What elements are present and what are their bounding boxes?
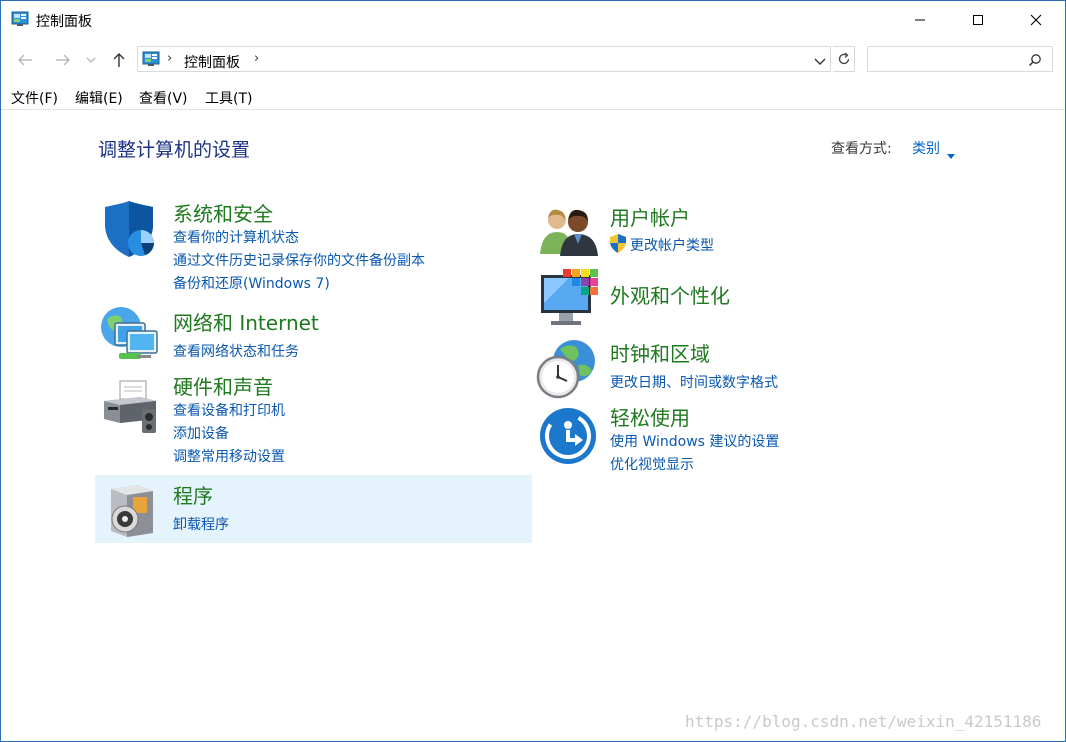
navigation-bar: › 控制面板 › (1, 43, 1065, 77)
category-network-title[interactable]: 网络和 Internet (173, 307, 319, 336)
link-change-account-type[interactable]: 更改帐户类型 (630, 235, 714, 255)
link-uninstall-program[interactable]: 卸载程序 (173, 514, 229, 534)
search-icon[interactable] (1028, 52, 1042, 71)
link-optimize-visual-display[interactable]: 优化视觉显示 (610, 454, 694, 474)
printer-icon[interactable] (100, 379, 160, 439)
title-bar[interactable]: 控制面板 (1, 1, 1065, 39)
search-input[interactable] (872, 49, 1026, 71)
category-ease-access-title[interactable]: 轻松使用 (610, 402, 690, 431)
caret-down-icon[interactable] (947, 144, 955, 163)
view-by-dropdown[interactable]: 类别 (912, 138, 940, 158)
link-backup-restore-win7[interactable]: 备份和还原(Windows 7) (173, 273, 330, 293)
close-icon (1030, 14, 1042, 26)
menu-edit[interactable]: 编辑(E) (75, 88, 123, 108)
search-box[interactable] (867, 46, 1053, 72)
link-network-status-tasks[interactable]: 查看网络状态和任务 (173, 341, 299, 361)
uac-shield-icon (609, 234, 627, 257)
link-date-time-format[interactable]: 更改日期、时间或数字格式 (610, 372, 778, 392)
link-add-device[interactable]: 添加设备 (173, 423, 229, 443)
link-view-computer-status[interactable]: 查看你的计算机状态 (173, 227, 299, 247)
category-clock-region-title[interactable]: 时钟和区域 (610, 338, 710, 367)
address-bar[interactable]: › 控制面板 › (137, 46, 831, 72)
users-icon[interactable] (540, 206, 598, 260)
forward-arrow-icon (56, 54, 70, 66)
link-devices-printers[interactable]: 查看设备和打印机 (173, 400, 285, 420)
minimize-button[interactable] (891, 1, 949, 39)
forward-button[interactable] (51, 48, 75, 72)
control-panel-window: 控制面板 › 控制面板 › 文件(F) 编辑(E) 查看(V) 工具(T) 调整… (0, 0, 1066, 742)
recent-locations-button[interactable] (83, 48, 99, 72)
up-arrow-icon (113, 53, 125, 67)
link-mobility-settings[interactable]: 调整常用移动设置 (173, 446, 285, 466)
menu-bar: 文件(F) 编辑(E) 查看(V) 工具(T) (1, 85, 1065, 110)
back-arrow-icon (18, 54, 32, 66)
view-by-label: 查看方式: (831, 141, 892, 157)
maximize-icon (973, 15, 983, 25)
programs-hover-highlight (95, 475, 532, 543)
network-globe-icon[interactable] (99, 305, 161, 369)
breadcrumb-control-panel[interactable]: 控制面板 (184, 52, 240, 72)
clock-globe-icon[interactable] (536, 339, 596, 405)
monitor-palette-icon[interactable] (539, 267, 599, 333)
link-windows-recommended-settings[interactable]: 使用 Windows 建议的设置 (610, 431, 779, 451)
category-appearance-title[interactable]: 外观和个性化 (610, 280, 730, 309)
menu-file[interactable]: 文件(F) (11, 88, 58, 108)
menu-tools[interactable]: 工具(T) (205, 88, 252, 108)
category-programs-title[interactable]: 程序 (173, 480, 213, 509)
back-button[interactable] (13, 48, 37, 72)
link-file-history-backup[interactable]: 通过文件历史记录保存你的文件备份副本 (173, 250, 425, 270)
breadcrumb-separator[interactable]: › (167, 51, 172, 66)
up-button[interactable] (107, 48, 131, 72)
category-user-accounts-title[interactable]: 用户帐户 (610, 202, 690, 231)
menu-view[interactable]: 查看(V) (139, 88, 188, 108)
page-title: 调整计算机的设置 (98, 139, 251, 161)
category-hardware-sound-title[interactable]: 硬件和声音 (173, 371, 273, 400)
window-title: 控制面板 (36, 14, 92, 30)
minimize-icon (915, 19, 925, 21)
watermark-url: https://blog.csdn.net/weixin_42151186 (685, 712, 1042, 731)
ease-of-access-icon[interactable] (539, 407, 597, 469)
shield-icon[interactable] (101, 201, 157, 263)
close-button[interactable] (1007, 1, 1065, 39)
control-panel-icon (11, 11, 29, 31)
breadcrumb-separator[interactable]: › (254, 51, 259, 66)
refresh-icon (838, 52, 849, 65)
refresh-button[interactable] (833, 46, 855, 72)
address-dropdown-button[interactable] (814, 52, 826, 71)
category-system-security-title[interactable]: 系统和安全 (173, 198, 273, 227)
chevron-down-icon (86, 57, 96, 63)
chevron-down-icon (814, 58, 826, 65)
programs-disc-icon[interactable] (107, 483, 155, 543)
maximize-button[interactable] (949, 1, 1007, 39)
control-panel-icon (142, 51, 160, 71)
